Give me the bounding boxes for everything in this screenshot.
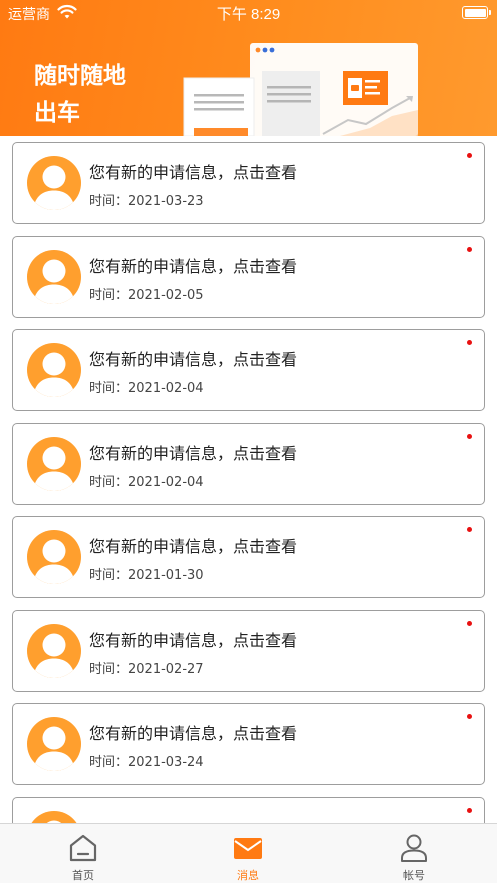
message-card[interactable]: 您有新的申请信息，点击查看 时间：2021-02-04: [12, 422, 485, 505]
unread-dot: [467, 433, 472, 439]
message-time: 时间：2021-02-27: [89, 661, 204, 677]
home-icon: [69, 834, 97, 862]
message-time: 时间：2021-03-23: [89, 194, 204, 209]
message-time: 时间：2021-01-30: [89, 568, 204, 583]
unread-dot: [467, 807, 472, 813]
unread-dot: [467, 527, 472, 532]
user-avatar-icon: [33, 633, 75, 678]
message-list: 您有新的申请信息，点击查看 时间：2021-03-23 您有新的申请信息，点击查…: [12, 142, 485, 883]
tab-messages-label: 消息: [237, 869, 259, 882]
header-slogan: 随时随地 出车: [34, 58, 126, 132]
message-card[interactable]: 您有新的申请信息，点击查看 时间：2021-02-05: [12, 235, 485, 318]
slogan-line-1: 随时随地: [34, 63, 126, 89]
message-time: 时间：2021-02-05: [89, 287, 204, 303]
unread-dot: [467, 153, 472, 158]
tab-account[interactable]: 帐号: [354, 824, 474, 883]
avatar: [27, 249, 81, 304]
user-avatar-icon: [33, 539, 75, 584]
message-title: 您有新的申请信息，点击查看: [89, 724, 298, 743]
user-avatar-icon: [33, 259, 75, 304]
tab-home[interactable]: 首页: [23, 824, 143, 883]
status-clock: 下午 8:29: [216, 6, 281, 23]
battery-icon: [462, 6, 491, 19]
avatar: [27, 436, 81, 491]
avatar: [27, 156, 81, 210]
user-avatar-icon: [33, 352, 75, 397]
slogan-line-2: 出车: [34, 100, 80, 126]
header-illustration: [183, 43, 418, 136]
message-title: 您有新的申请信息，点击查看: [89, 443, 298, 463]
user-icon: [401, 834, 427, 862]
unread-dot: [467, 340, 472, 345]
unread-dot: [467, 714, 472, 719]
tab-bar: 首页 消息 帐号: [0, 823, 497, 883]
message-time: 时间：2021-03-24: [89, 755, 204, 770]
message-card[interactable]: 您有新的申请信息，点击查看 时间：2021-02-27: [12, 609, 485, 692]
message-card[interactable]: 您有新的申请信息，点击查看 时间：2021-02-04: [12, 329, 485, 411]
message-title: 您有新的申请信息，点击查看: [89, 537, 298, 556]
unread-dot: [467, 246, 472, 252]
avatar: [27, 343, 81, 397]
header-banner: 运营商 下午 8:29 随时随地 出车: [0, 0, 497, 136]
avatar: [27, 623, 81, 678]
message-card[interactable]: 您有新的申请信息，点击查看 时间：2021-01-30: [12, 516, 485, 598]
tab-home-label: 首页: [72, 869, 94, 882]
message-title: 您有新的申请信息，点击查看: [89, 350, 298, 369]
message-time: 时间：2021-02-04: [89, 474, 204, 490]
message-card[interactable]: 您有新的申请信息，点击查看 时间：2021-03-23: [12, 142, 485, 224]
tab-account-label: 帐号: [403, 869, 425, 882]
avatar: [27, 530, 81, 584]
user-avatar-icon: [33, 165, 75, 210]
tab-messages[interactable]: 消息: [188, 824, 308, 883]
message-card[interactable]: 您有新的申请信息，点击查看 时间：2021-03-24: [12, 703, 485, 785]
message-title: 您有新的申请信息，点击查看: [89, 630, 298, 650]
message-time: 时间：2021-02-04: [89, 381, 204, 396]
user-avatar-icon: [33, 726, 75, 771]
user-avatar-icon: [33, 446, 75, 491]
message-title: 您有新的申请信息，点击查看: [89, 256, 298, 276]
unread-dot: [467, 620, 472, 626]
envelope-icon: [234, 838, 262, 859]
message-title: 您有新的申请信息，点击查看: [89, 163, 298, 182]
status-bar: 运营商 下午 8:29: [0, 0, 497, 26]
avatar: [27, 717, 81, 771]
